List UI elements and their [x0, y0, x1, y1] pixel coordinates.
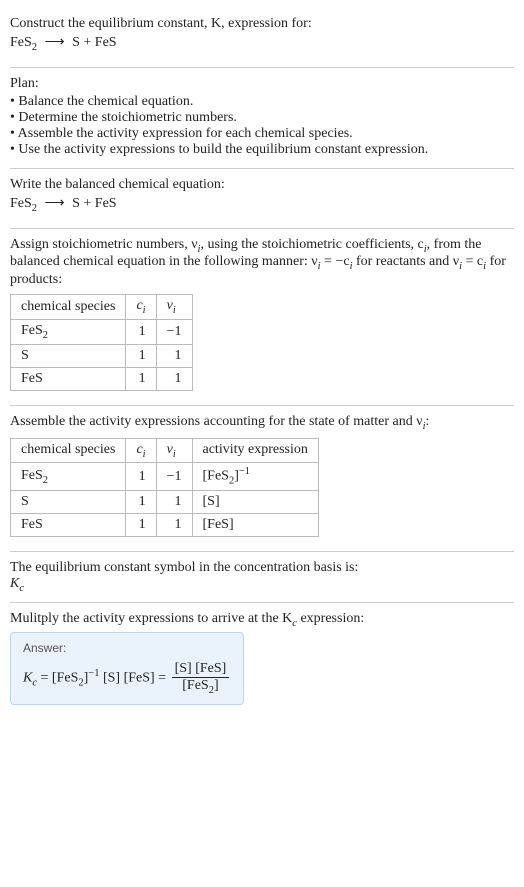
cell-c: 1	[126, 490, 156, 513]
basis-text: The equilibrium constant symbol in the c…	[10, 560, 514, 576]
reaction-arrow: ⟶	[41, 35, 69, 50]
cell-nu: −1	[156, 463, 192, 490]
cell-species: FeS2	[11, 319, 126, 344]
cell-species: FeS	[11, 367, 126, 390]
stoich-section: Assign stoichiometric numbers, νi, using…	[10, 229, 514, 406]
col-c: ci	[126, 295, 156, 320]
answer-fraction: [S] [FeS][FeS2]	[172, 661, 230, 696]
col-nu: νi	[156, 438, 192, 463]
answer-equation: Kc = [FeS2]−1 [S] [FeS] = [S] [FeS][FeS2…	[23, 661, 231, 696]
result-section: Mulitply the activity expressions to arr…	[10, 603, 514, 714]
balanced-intro: Write the balanced chemical equation:	[10, 177, 514, 193]
plan-item: • Balance the chemical equation.	[10, 94, 514, 110]
cell-nu: 1	[156, 513, 192, 536]
prompt-text: Construct the equilibrium constant, K, e…	[10, 16, 514, 32]
cell-species: S	[11, 344, 126, 367]
activity-section: Assemble the activity expressions accoun…	[10, 406, 514, 552]
plan-item: • Assemble the activity expression for e…	[10, 126, 514, 142]
cell-nu: 1	[156, 367, 192, 390]
balanced-section: Write the balanced chemical equation: Fe…	[10, 169, 514, 229]
answer-box: Answer: Kc = [FeS2]−1 [S] [FeS] = [S] [F…	[10, 632, 244, 705]
prompt-label: Construct the equilibrium constant, K, e…	[10, 16, 312, 31]
stoich-table: chemical species ci νi FeS2 1 −1 S 1 1 F…	[10, 294, 193, 391]
cell-expr: [S]	[192, 490, 318, 513]
stoich-intro: Assign stoichiometric numbers, νi, using…	[10, 237, 514, 289]
reactant: FeS2	[10, 196, 37, 211]
cell-c: 1	[126, 367, 156, 390]
cell-species: S	[11, 490, 126, 513]
plan-item: • Use the activity expressions to build …	[10, 142, 514, 158]
plan-list: • Balance the chemical equation. • Deter…	[10, 94, 514, 158]
table-row: FeS2 1 −1 [FeS2]−1	[11, 463, 319, 490]
cell-c: 1	[126, 344, 156, 367]
multiply-text: Mulitply the activity expressions to arr…	[10, 611, 514, 629]
table-header-row: chemical species ci νi	[11, 295, 193, 320]
basis-symbol: Kc	[10, 576, 514, 594]
table-row: FeS 1 1 [FeS]	[11, 513, 319, 536]
reaction-arrow: ⟶	[41, 196, 69, 211]
unbalanced-reaction: FeS2 ⟶ S + FeS	[10, 34, 514, 53]
table-row: FeS2 1 −1	[11, 319, 193, 344]
table-header-row: chemical species ci νi activity expressi…	[11, 438, 319, 463]
cell-c: 1	[126, 463, 156, 490]
cell-c: 1	[126, 319, 156, 344]
table-row: FeS 1 1	[11, 367, 193, 390]
prompt-section: Construct the equilibrium constant, K, e…	[10, 8, 514, 68]
cell-nu: 1	[156, 344, 192, 367]
activity-table: chemical species ci νi activity expressi…	[10, 438, 319, 537]
col-expr: activity expression	[192, 438, 318, 463]
cell-c: 1	[126, 513, 156, 536]
cell-nu: 1	[156, 490, 192, 513]
balanced-reaction: FeS2 ⟶ S + FeS	[10, 195, 514, 214]
products: S + FeS	[72, 35, 116, 50]
table-row: S 1 1	[11, 344, 193, 367]
cell-expr: [FeS]	[192, 513, 318, 536]
answer-label: Answer:	[23, 641, 231, 655]
reactant: FeS2	[10, 35, 37, 50]
products: S + FeS	[72, 196, 116, 211]
col-species: chemical species	[11, 295, 126, 320]
plan-title: Plan:	[10, 76, 514, 92]
col-c: ci	[126, 438, 156, 463]
plan-item: • Determine the stoichiometric numbers.	[10, 110, 514, 126]
cell-species: FeS	[11, 513, 126, 536]
activity-intro: Assemble the activity expressions accoun…	[10, 414, 514, 432]
col-nu: νi	[156, 295, 192, 320]
table-row: S 1 1 [S]	[11, 490, 319, 513]
plan-section: Plan: • Balance the chemical equation. •…	[10, 68, 514, 169]
col-species: chemical species	[11, 438, 126, 463]
cell-nu: −1	[156, 319, 192, 344]
cell-expr: [FeS2]−1	[192, 463, 318, 490]
basis-section: The equilibrium constant symbol in the c…	[10, 552, 514, 603]
cell-species: FeS2	[11, 463, 126, 490]
